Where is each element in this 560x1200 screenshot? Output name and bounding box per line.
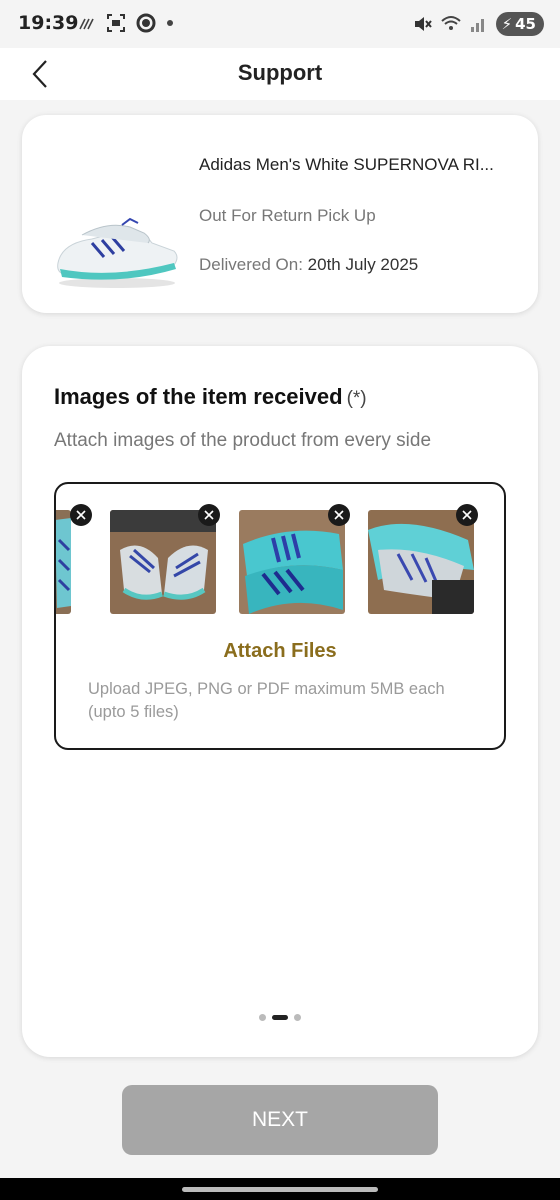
close-icon [462,510,472,520]
section-title-text: Images of the item received [54,384,343,409]
product-name: Adidas Men's White SUPERNOVA RI... [199,155,494,174]
app-header: Support [0,48,560,100]
home-handle[interactable] [182,1187,378,1192]
shoe-photo-1[interactable] [56,510,71,614]
section-title: Images of the item received (*) [54,384,367,410]
shoe-photo-2[interactable] [110,510,216,614]
page-title: Support [237,60,323,85]
product-delivery: Delivered On: 20th July 2025 [199,255,418,275]
delivered-label: Delivered On: [199,255,308,274]
wifi-icon [440,16,461,30]
next-button[interactable]: NEXT [122,1085,438,1155]
data-saver-icon [79,18,94,30]
battery-icon: ⚡ 45 [495,12,544,36]
mute-icon [414,17,432,31]
remove-photo-1-button[interactable] [70,504,92,526]
upload-card: Images of the item received (*) Attach im… [22,346,538,1057]
status-bar: 19:39 ⚡ 45 [0,0,560,48]
status-right-icons: ⚡ 45 [412,12,544,36]
battery-level: 45 [515,15,536,33]
system-nav-bar [0,1178,560,1200]
pager-dot [294,1014,301,1021]
status-time: 19:39 [18,12,79,34]
thumbnail-row[interactable] [56,510,504,616]
remove-photo-3-button[interactable] [328,504,350,526]
product-image [57,217,178,288]
pager-dots [22,1014,538,1021]
status-left-icons [78,13,174,33]
upload-hint: Upload JPEG, PNG or PDF maximum 5MB each… [88,680,445,721]
remove-photo-2-button[interactable] [198,504,220,526]
file-drop-zone[interactable]: Attach Files Upload JPEG, PNG or PDF max… [54,482,506,750]
dot-icon [167,20,173,26]
pager-dot-active [272,1015,288,1020]
delivered-date: 20th July 2025 [307,255,419,274]
product-status: Out For Return Pick Up [199,206,376,225]
section-subtitle: Attach images of the product from every … [54,430,432,451]
close-icon [334,510,344,520]
shoe-photo-4[interactable] [368,510,474,614]
screenshot-icon [107,14,125,32]
pager-dot [259,1014,266,1021]
battery-bolt-icon: ⚡ [501,15,513,33]
close-icon [76,510,86,520]
required-mark: (*) [346,388,367,409]
shoe-photo-3[interactable] [239,510,345,614]
circle-icon [136,13,156,33]
product-card[interactable]: Adidas Men's White SUPERNOVA RI... Out F… [22,115,538,313]
signal-icon [470,19,484,32]
remove-photo-4-button[interactable] [456,504,478,526]
attach-files-button[interactable]: Attach Files [56,640,504,663]
close-icon [204,510,214,520]
